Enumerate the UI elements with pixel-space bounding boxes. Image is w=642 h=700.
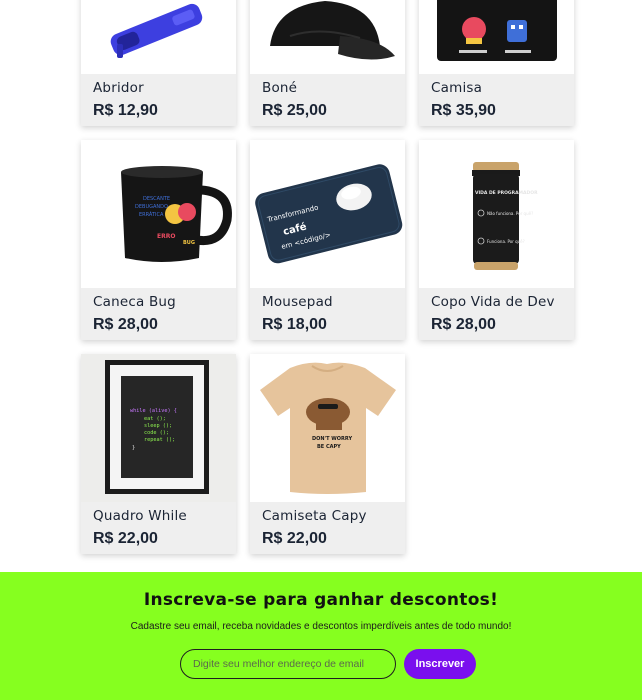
shirt-image[interactable] xyxy=(419,0,574,74)
tumbler-text-2: Não funciona. Por quê? xyxy=(487,211,533,216)
bottle-opener-image[interactable] xyxy=(81,0,236,74)
product-name: Camiseta Capy xyxy=(262,508,367,524)
product-name: Caneca Bug xyxy=(93,294,176,310)
tshirt-text-1: DON'T WORRY xyxy=(312,436,352,442)
page: Abridor R$ 12,90 Boné R$ 25,00 Camisa R$… xyxy=(0,0,642,700)
tshirt-text-2: BE CAPY xyxy=(317,444,341,450)
poster-code-4: code (); xyxy=(144,430,169,436)
mug-text-1: DESCANTE xyxy=(143,196,170,202)
poster-code-1: while (alive) { xyxy=(130,408,177,414)
product-name: Camisa xyxy=(431,80,483,96)
tumbler-image[interactable]: VIDA DE PROGRAMADOR Não funciona. Por qu… xyxy=(419,140,574,288)
product-name: Abridor xyxy=(93,80,144,96)
poster-code-5: repeat (); xyxy=(144,437,175,443)
newsletter-section: Inscreva-se para ganhar descontos! Cadas… xyxy=(0,572,642,700)
product-name: Mousepad xyxy=(262,294,333,310)
product-price: R$ 28,00 xyxy=(93,316,158,333)
newsletter-form: Inscrever xyxy=(180,649,476,679)
email-input[interactable] xyxy=(180,649,396,679)
product-grid: Abridor R$ 12,90 Boné R$ 25,00 Camisa R$… xyxy=(81,0,575,554)
product-price: R$ 12,90 xyxy=(93,102,158,119)
mousepad-image[interactable]: Transformando café em <código/> xyxy=(250,140,405,288)
tshirt-image[interactable]: DON'T WORRY BE CAPY xyxy=(250,354,405,502)
product-name: Copo Vida de Dev xyxy=(431,294,555,310)
product-card[interactable]: Camisa R$ 35,90 xyxy=(419,0,574,126)
newsletter-title: Inscreva-se para ganhar descontos! xyxy=(143,590,499,610)
mug-image[interactable]: DESCANTE DEBUGANDO ERRÁTICA ERRO BUG xyxy=(81,140,236,288)
product-price: R$ 35,90 xyxy=(431,102,496,119)
cap-image[interactable] xyxy=(250,0,405,74)
product-card[interactable]: while (alive) { eat (); sleep (); code (… xyxy=(81,354,236,554)
product-price: R$ 28,00 xyxy=(431,316,496,333)
product-card[interactable]: DESCANTE DEBUGANDO ERRÁTICA ERRO BUG Can… xyxy=(81,140,236,340)
mug-text-5: BUG xyxy=(183,240,195,246)
product-card[interactable]: DON'T WORRY BE CAPY Camiseta Capy R$ 22,… xyxy=(250,354,405,554)
poster-code-3: sleep (); xyxy=(144,423,172,429)
mug-text-4: ERRO xyxy=(157,233,175,240)
product-price: R$ 18,00 xyxy=(262,316,327,333)
product-price: R$ 22,00 xyxy=(93,530,158,547)
product-card[interactable]: Transformando café em <código/> Mousepad… xyxy=(250,140,405,340)
poster-image[interactable]: while (alive) { eat (); sleep (); code (… xyxy=(81,354,236,502)
poster-code-2: eat (); xyxy=(144,416,166,422)
product-card[interactable]: Boné R$ 25,00 xyxy=(250,0,405,126)
product-card[interactable]: Abridor R$ 12,90 xyxy=(81,0,236,126)
tumbler-text-1: VIDA DE PROGRAMADOR xyxy=(475,190,538,196)
product-name: Quadro While xyxy=(93,508,187,524)
product-price: R$ 22,00 xyxy=(262,530,327,547)
tumbler-text-3: Funciona. Por quê? xyxy=(487,239,525,244)
poster-code-6: } xyxy=(132,445,135,451)
product-name: Boné xyxy=(262,80,298,96)
mug-text-2: DEBUGANDO xyxy=(135,204,168,210)
product-price: R$ 25,00 xyxy=(262,102,327,119)
mug-text-3: ERRÁTICA xyxy=(139,211,164,218)
product-card[interactable]: VIDA DE PROGRAMADOR Não funciona. Por qu… xyxy=(419,140,574,340)
newsletter-subtitle: Cadastre seu email, receba novidades e d… xyxy=(130,621,512,632)
subscribe-button[interactable]: Inscrever xyxy=(404,649,476,679)
